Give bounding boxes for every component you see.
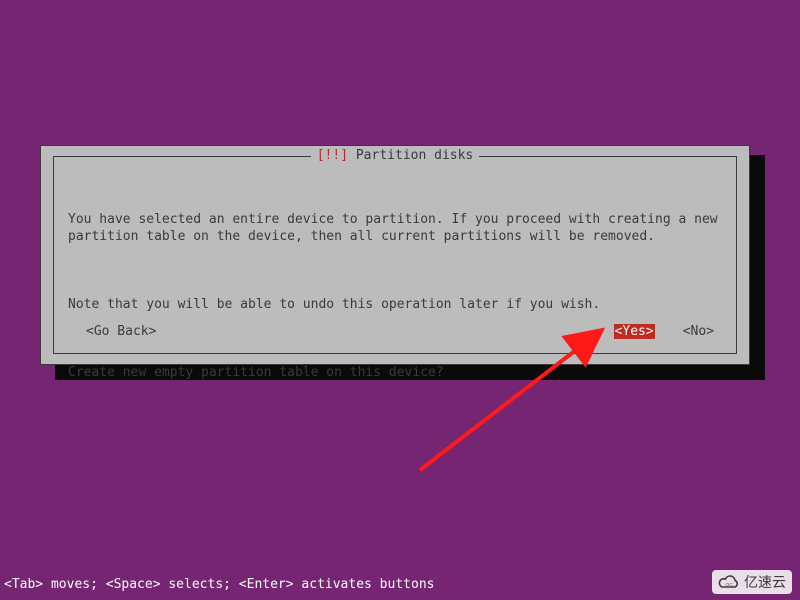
spacer (156, 324, 613, 339)
dialog-title-wrap: [!!] Partition disks (54, 148, 736, 163)
dialog-title: [!!] Partition disks (311, 148, 480, 163)
svg-text:ဝင: ဝင (725, 581, 733, 588)
status-bar: <Tab> moves; <Space> selects; <Enter> ac… (4, 577, 434, 592)
cloud-icon: ဝင (718, 574, 740, 590)
button-row: <Go Back> <Yes> <No> (68, 324, 722, 339)
confirmation-question: Create new empty partition table on this… (68, 364, 722, 381)
dialog-title-bang: [!!] (317, 148, 348, 163)
dialog-inner: [!!] Partition disks You have selected a… (53, 156, 737, 354)
go-back-button[interactable]: <Go Back> (86, 324, 156, 339)
watermark-text: 亿速云 (744, 572, 786, 592)
no-button[interactable]: <No> (683, 324, 714, 339)
dialog-body: You have selected an entire device to pa… (68, 177, 722, 415)
watermark: ဝင 亿速云 (712, 570, 792, 594)
warning-paragraph: You have selected an entire device to pa… (68, 211, 722, 245)
yes-button[interactable]: <Yes> (614, 324, 655, 339)
dialog-title-text: Partition disks (348, 148, 473, 163)
partition-dialog: [!!] Partition disks You have selected a… (40, 145, 750, 365)
undo-note: Note that you will be able to undo this … (68, 296, 722, 313)
